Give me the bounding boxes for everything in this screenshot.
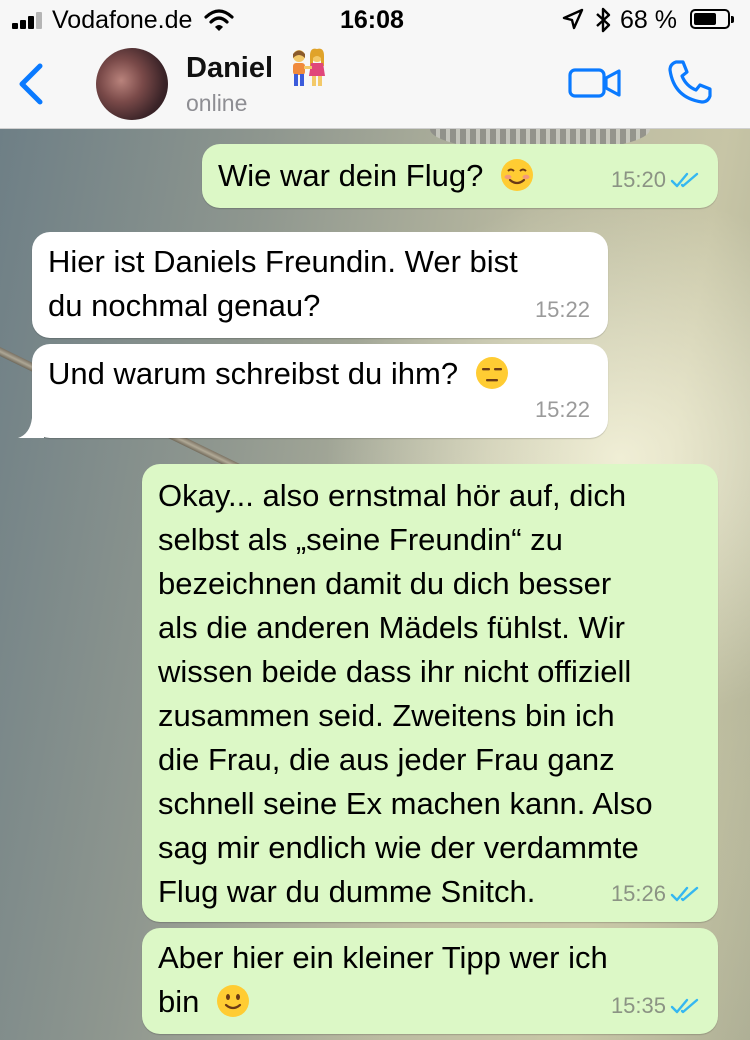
message-line: Aber hier ein kleiner Tipp wer ich bbox=[158, 940, 608, 975]
battery-icon bbox=[690, 9, 734, 29]
contact-name[interactable]: Daniel bbox=[186, 52, 273, 85]
bubble-tail bbox=[18, 416, 44, 438]
message-line: Wie war dein Flug? bbox=[218, 158, 484, 193]
double-check-read-icon bbox=[670, 172, 699, 188]
message-line: sag mir endlich wie der verdammte bbox=[158, 830, 639, 865]
message-incoming[interactable]: Und warum schreibst du ihm? 15:22 bbox=[18, 344, 608, 438]
message-time: 15:22 bbox=[534, 297, 590, 322]
message-meta: 15:22 bbox=[535, 388, 590, 432]
message-line: Flug war du dumme Snitch. bbox=[158, 874, 536, 909]
message-outgoing[interactable]: Wie war dein Flug? 15:20 bbox=[202, 144, 718, 208]
bluetooth-icon bbox=[596, 7, 611, 33]
carrier-name: Vodafone.de bbox=[52, 6, 193, 34]
message-outgoing[interactable]: Aber hier ein kleiner Tipp wer ich bin 1… bbox=[142, 928, 718, 1034]
message-text: Aber hier ein kleiner Tipp wer ich bin bbox=[158, 936, 608, 1024]
location-arrow-icon bbox=[562, 8, 584, 30]
message-text: Hier ist Daniels Freundin. Wer bist du n… bbox=[48, 240, 518, 328]
battery-percent: 68 % bbox=[620, 6, 677, 34]
message-time: 15:26 bbox=[610, 881, 666, 906]
message-line: Okay... also ernstmal hör auf, dich bbox=[158, 478, 627, 513]
expressionless-face-emoji-icon bbox=[475, 357, 508, 389]
signal-icon bbox=[12, 11, 52, 29]
message-line: selbst als „seine Freundin“ zu bbox=[158, 522, 563, 557]
message-line: die Frau, die aus jeder Frau ganz bbox=[158, 742, 615, 777]
status-bar: Vodafone.de 16:08 68 % bbox=[0, 0, 750, 40]
message-line: bezeichnen damit du dich besser bbox=[158, 566, 612, 601]
message-line: Und warum schreibst du ihm? bbox=[48, 356, 459, 391]
double-check-read-icon bbox=[670, 886, 699, 902]
message-line: als die anderen Mädels fühlst. Wir bbox=[158, 610, 625, 645]
contact-avatar[interactable] bbox=[96, 48, 168, 120]
video-call-icon[interactable] bbox=[568, 66, 622, 100]
message-text: Okay... also ernstmal hör auf, dich selb… bbox=[158, 474, 653, 914]
message-text: Und warum schreibst du ihm? bbox=[48, 352, 509, 396]
contact-presence: online bbox=[186, 90, 248, 116]
message-incoming[interactable]: Hier ist Daniels Freundin. Wer bist du n… bbox=[32, 232, 608, 338]
back-chevron-icon[interactable] bbox=[14, 62, 48, 106]
message-text: Wie war dein Flug? bbox=[218, 154, 534, 198]
slightly-smiling-face-emoji-icon bbox=[217, 985, 249, 1017]
message-line: schnell seine Ex machen kann. Also bbox=[158, 786, 653, 821]
message-meta: 15:20 bbox=[611, 158, 700, 202]
couple-emoji-icon bbox=[293, 48, 325, 86]
wifi-icon bbox=[204, 9, 234, 31]
message-line: du nochmal genau? bbox=[48, 288, 321, 323]
chat-header: Daniel online bbox=[0, 40, 750, 129]
message-line: bin bbox=[158, 984, 200, 1019]
smiling-face-emoji-icon bbox=[500, 159, 533, 191]
message-line: wissen beide dass ihr nicht offiziell bbox=[158, 654, 632, 689]
message-line: Hier ist Daniels Freundin. Wer bist bbox=[48, 244, 518, 279]
message-meta: 15:35 bbox=[611, 984, 700, 1028]
message-meta: 15:26 bbox=[611, 872, 700, 916]
clock: 16:08 bbox=[340, 6, 404, 34]
message-line: zusammen seid. Zweitens bin ich bbox=[158, 698, 615, 733]
phone-call-icon[interactable] bbox=[666, 58, 714, 106]
message-time: 15:20 bbox=[610, 167, 666, 192]
message-outgoing[interactable]: Okay... also ernstmal hör auf, dich selb… bbox=[142, 464, 718, 922]
double-check-read-icon bbox=[670, 998, 699, 1014]
message-meta: 15:22 bbox=[535, 288, 590, 332]
message-time: 15:22 bbox=[534, 397, 590, 422]
message-time: 15:35 bbox=[610, 993, 666, 1018]
